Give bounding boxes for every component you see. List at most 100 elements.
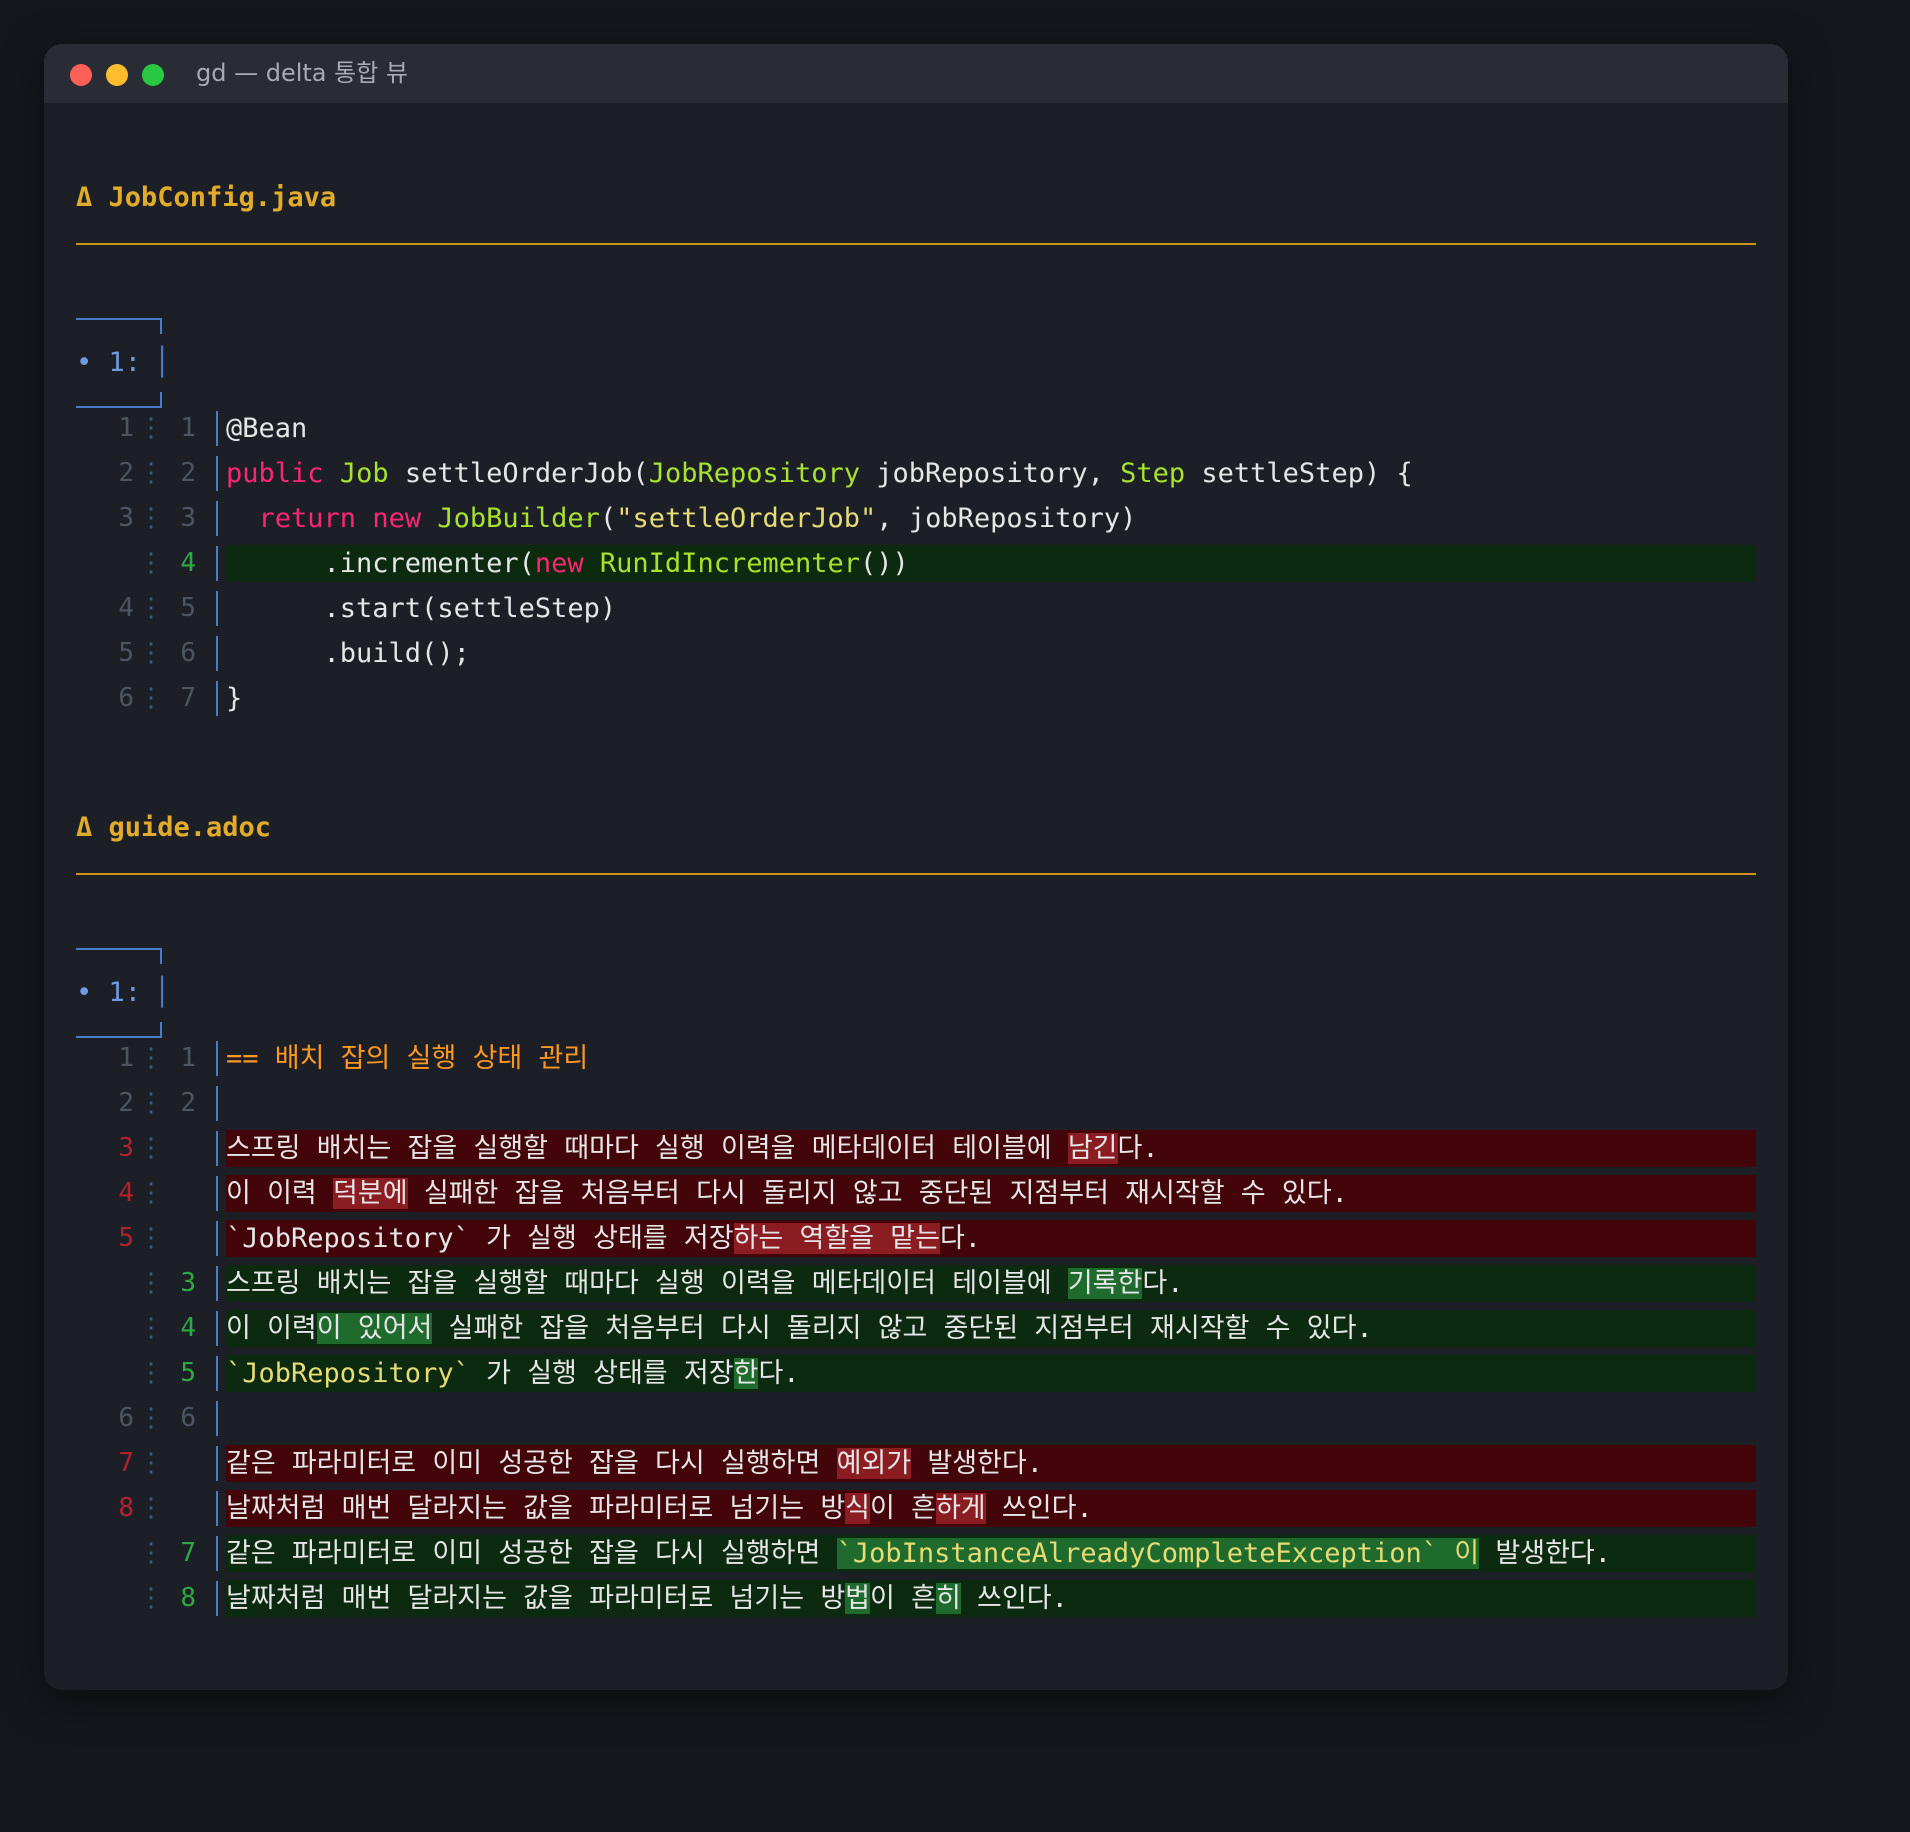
gutter-bar	[216, 1131, 218, 1166]
code-text: .build();	[226, 635, 1756, 672]
gutter-bar	[216, 1266, 218, 1301]
code-text: 스프링 배치는 잡을 실행할 때마다 실행 이력을 메타데이터 테이블에 기록한…	[226, 1265, 1756, 1302]
line-number-separator: ⋮	[138, 1448, 164, 1478]
hunk-label-text: • 1:	[76, 347, 142, 378]
code-segment: jobRepository,	[860, 458, 1121, 489]
old-line-number: 3	[118, 1133, 134, 1163]
gutter-bar	[216, 591, 218, 626]
new-line-number: 6	[180, 638, 196, 668]
line-number-separator: ⋮	[138, 548, 164, 578]
hunk-label: • 1: │	[76, 976, 170, 1010]
line-number-separator: ⋮	[138, 1538, 164, 1568]
line-number-separator: ⋮	[138, 1358, 164, 1388]
code-segment: 다.	[939, 1223, 982, 1254]
gutter-bar	[216, 1581, 218, 1616]
code-segment: 날짜처럼 매번 달라지는 값을 파라미터로 넘기는 방	[226, 1493, 846, 1524]
line-number-separator: ⋮	[138, 1178, 164, 1208]
gutter-bar	[216, 681, 218, 716]
code-segment: }	[226, 683, 243, 714]
line-number-separator: ⋮	[138, 1583, 164, 1613]
code-segment: `JobRepository` 가 실행 상태를 저장	[226, 1223, 734, 1254]
code-segment: 같은 파라미터로 이미 성공한 잡을 다시 실행하면	[226, 1538, 837, 1569]
code-segment: 스프링 배치는 잡을 실행할 때마다 실행 이력을 메타데이터 테이블에	[226, 1268, 1068, 1299]
code-text: `JobRepository` 가 실행 상태를 저장한다.	[226, 1355, 1756, 1392]
old-line-number: 1	[118, 413, 134, 443]
code-text: 이 이력이 있어서 실패한 잡을 처음부터 다시 돌리지 않고 중단된 지점부터…	[226, 1310, 1756, 1347]
code-text: 같은 파라미터로 이미 성공한 잡을 다시 실행하면 예외가 발생한다.	[226, 1445, 1756, 1482]
line-number-separator: ⋮	[138, 1268, 164, 1298]
line-number-separator: ⋮	[138, 503, 164, 533]
context-line: 6 ⋮ 7}	[44, 676, 1756, 721]
code-text: }	[226, 680, 1756, 717]
line-number-separator: ⋮	[138, 1223, 164, 1253]
context-line: 5 ⋮ 6 .build();	[44, 631, 1756, 676]
old-line-number: 6	[118, 683, 134, 713]
old-line-number: 2	[118, 1088, 134, 1118]
new-line-number: 6	[180, 1403, 196, 1433]
code-segment: return	[258, 503, 357, 534]
code-segment: 이 이력	[226, 1178, 334, 1209]
code-segment: == 배치 잡의 실행 상태 관리	[226, 1043, 589, 1074]
code-text: 이 이력 덕분에 실패한 잡을 처음부터 다시 돌리지 않고 중단된 지점부터 …	[226, 1175, 1756, 1212]
hunk-header[interactable]: • 1: │	[76, 948, 170, 1038]
old-line-number: 8	[118, 1493, 134, 1523]
new-line-number: 2	[180, 1088, 196, 1118]
gutter-bar	[216, 456, 218, 491]
code-segment: 스프링 배치는 잡을 실행할 때마다 실행 이력을 메타데이터 테이블에	[226, 1133, 1068, 1164]
code-segment: .start(settleStep)	[226, 593, 617, 624]
removed-line: 5 ⋮ `JobRepository` 가 실행 상태를 저장하는 역할을 맡는다.	[44, 1216, 1756, 1261]
new-line-number: 4	[180, 1313, 196, 1343]
minimize-button[interactable]	[106, 64, 128, 86]
code-segment: 다.	[1142, 1268, 1184, 1299]
code-segment: RunIdIncrementer	[599, 548, 860, 579]
code-segment: (	[599, 503, 617, 534]
code-segment: 쓰인다.	[960, 1583, 1068, 1614]
code-segment: 날짜처럼 매번 달라지는 값을 파라미터로 넘기는 방	[226, 1583, 846, 1614]
removed-line: 7 ⋮ 같은 파라미터로 이미 성공한 잡을 다시 실행하면 예외가 발생한다.	[44, 1441, 1756, 1486]
hunk-label-text: • 1:	[76, 977, 142, 1008]
code-segment: 예외가	[836, 1448, 912, 1479]
hunk-box-top	[76, 948, 162, 964]
line-number-separator: ⋮	[138, 593, 164, 623]
gutter-bar	[216, 1041, 218, 1076]
new-line-number: 1	[180, 413, 196, 443]
old-line-number: 6	[118, 1403, 134, 1433]
line-number-separator: ⋮	[138, 1313, 164, 1343]
code-segment: 같은 파라미터로 이미 성공한 잡을 다시 실행하면	[226, 1448, 837, 1479]
code-segment: .build();	[226, 638, 470, 669]
removed-line: 3 ⋮ 스프링 배치는 잡을 실행할 때마다 실행 이력을 메타데이터 테이블에 남…	[44, 1126, 1756, 1171]
code-segment: 이 흔	[870, 1583, 936, 1614]
maximize-button[interactable]	[142, 64, 164, 86]
line-number-separator: ⋮	[138, 1133, 164, 1163]
line-number-separator: ⋮	[138, 1043, 164, 1073]
close-button[interactable]	[70, 64, 92, 86]
code-segment: 히	[935, 1583, 961, 1614]
file-header-rule	[76, 243, 1756, 245]
code-segment: "settleOrderJob"	[616, 503, 877, 534]
hunk-header[interactable]: • 1: │	[76, 318, 170, 408]
hunk-box-bar: │	[154, 977, 171, 1008]
added-line: ⋮ 4 이 이력이 있어서 실패한 잡을 처음부터 다시 돌리지 않고 중단된 지점…	[44, 1306, 1756, 1351]
code-segment: 가 실행 상태를 저장	[469, 1358, 734, 1389]
code-text: 같은 파라미터로 이미 성공한 잡을 다시 실행하면 `JobInstanceA…	[226, 1535, 1756, 1572]
added-line: ⋮ 7 같은 파라미터로 이미 성공한 잡을 다시 실행하면 `JobInstanc…	[44, 1531, 1756, 1576]
line-number-separator: ⋮	[138, 458, 164, 488]
new-line-number: 8	[180, 1583, 196, 1613]
code-segment: 하는 역할을 맡는	[733, 1223, 940, 1254]
code-text: @Bean	[226, 410, 1756, 447]
line-number-separator: ⋮	[138, 1403, 164, 1433]
removed-line: 8 ⋮ 날짜처럼 매번 달라지는 값을 파라미터로 넘기는 방식이 흔하게 쓰인다.	[44, 1486, 1756, 1531]
code-segment: , jobRepository)	[876, 503, 1137, 534]
diff-output[interactable]: Δ JobConfig.java • 1: │ 1 ⋮ 1 @Bean 2 ⋮ 2 public J…	[44, 103, 1788, 1690]
old-line-number: 4	[118, 1178, 134, 1208]
old-line-number: 5	[118, 638, 134, 668]
code-text: 날짜처럼 매번 달라지는 값을 파라미터로 넘기는 방식이 흔하게 쓰인다.	[226, 1490, 1756, 1527]
gutter-bar	[216, 1311, 218, 1346]
file-header[interactable]: Δ JobConfig.java	[76, 178, 336, 218]
file-header[interactable]: Δ guide.adoc	[76, 808, 271, 848]
code-segment: Job	[339, 458, 389, 489]
new-line-number: 5	[180, 1358, 196, 1388]
